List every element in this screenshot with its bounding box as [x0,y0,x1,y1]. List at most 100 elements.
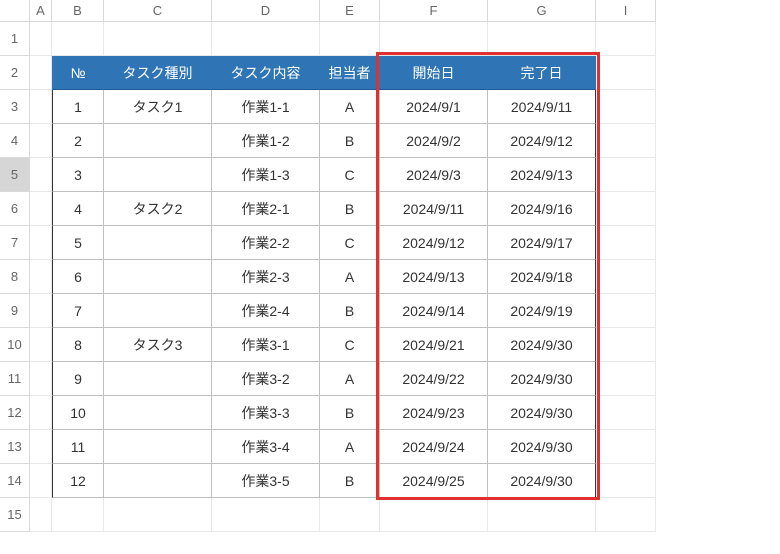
cell-content[interactable]: 作業1-2 [212,124,320,158]
cell-start[interactable]: 2024/9/14 [380,294,488,328]
cell-type[interactable] [104,396,212,430]
cell-start[interactable]: 2024/9/1 [380,90,488,124]
row-header-6[interactable]: 6 [0,192,30,226]
cell-A13[interactable] [30,430,52,464]
col-header-F[interactable]: F [380,0,488,22]
cell-I5[interactable] [596,158,656,192]
cell-no[interactable]: 1 [52,90,104,124]
cell-type[interactable] [104,226,212,260]
cell-type[interactable] [104,158,212,192]
cell-E1[interactable] [320,22,380,56]
cell-A3[interactable] [30,90,52,124]
cell-owner[interactable]: C [320,226,380,260]
row-header-11[interactable]: 11 [0,362,30,396]
cell-A1[interactable] [30,22,52,56]
cell-A4[interactable] [30,124,52,158]
cell-A9[interactable] [30,294,52,328]
cell-type[interactable]: タスク2 [104,192,212,226]
select-all-corner[interactable] [0,0,30,22]
cell-no[interactable]: 7 [52,294,104,328]
row-header-12[interactable]: 12 [0,396,30,430]
spreadsheet-grid[interactable]: ABCDEFGI12№タスク種別タスク内容担当者開始日完了日31タスク1作業1-… [0,0,780,532]
cell-content[interactable]: 作業3-1 [212,328,320,362]
cell-owner[interactable]: C [320,158,380,192]
cell-type[interactable]: タスク1 [104,90,212,124]
cell-end[interactable]: 2024/9/19 [488,294,596,328]
row-header-15[interactable]: 15 [0,498,30,532]
cell-end[interactable]: 2024/9/18 [488,260,596,294]
cell-content[interactable]: 作業2-1 [212,192,320,226]
cell-owner[interactable]: A [320,90,380,124]
cell-content[interactable]: 作業3-5 [212,464,320,498]
cell-A8[interactable] [30,260,52,294]
cell-no[interactable]: 11 [52,430,104,464]
cell-content[interactable]: 作業3-3 [212,396,320,430]
cell-owner[interactable]: A [320,260,380,294]
row-header-1[interactable]: 1 [0,22,30,56]
cell-I14[interactable] [596,464,656,498]
row-header-7[interactable]: 7 [0,226,30,260]
cell-F1[interactable] [380,22,488,56]
cell-G15[interactable] [488,498,596,532]
cell-end[interactable]: 2024/9/30 [488,362,596,396]
row-header-9[interactable]: 9 [0,294,30,328]
cell-A12[interactable] [30,396,52,430]
cell-end[interactable]: 2024/9/16 [488,192,596,226]
cell-start[interactable]: 2024/9/11 [380,192,488,226]
cell-start[interactable]: 2024/9/22 [380,362,488,396]
cell-no[interactable]: 10 [52,396,104,430]
cell-I1[interactable] [596,22,656,56]
cell-content[interactable]: 作業3-4 [212,430,320,464]
cell-end[interactable]: 2024/9/30 [488,396,596,430]
cell-end[interactable]: 2024/9/30 [488,430,596,464]
cell-no[interactable]: 6 [52,260,104,294]
cell-I12[interactable] [596,396,656,430]
row-header-3[interactable]: 3 [0,90,30,124]
cell-E15[interactable] [320,498,380,532]
col-header-I[interactable]: I [596,0,656,22]
cell-C15[interactable] [104,498,212,532]
cell-end[interactable]: 2024/9/11 [488,90,596,124]
cell-start[interactable]: 2024/9/13 [380,260,488,294]
row-header-13[interactable]: 13 [0,430,30,464]
cell-start[interactable]: 2024/9/21 [380,328,488,362]
cell-start[interactable]: 2024/9/24 [380,430,488,464]
cell-A7[interactable] [30,226,52,260]
cell-start[interactable]: 2024/9/23 [380,396,488,430]
cell-no[interactable]: 2 [52,124,104,158]
cell-type[interactable] [104,464,212,498]
cell-end[interactable]: 2024/9/13 [488,158,596,192]
cell-content[interactable]: 作業1-3 [212,158,320,192]
cell-A11[interactable] [30,362,52,396]
row-header-8[interactable]: 8 [0,260,30,294]
cell-start[interactable]: 2024/9/25 [380,464,488,498]
cell-end[interactable]: 2024/9/30 [488,328,596,362]
cell-A14[interactable] [30,464,52,498]
cell-A5[interactable] [30,158,52,192]
cell-no[interactable]: 4 [52,192,104,226]
cell-I13[interactable] [596,430,656,464]
cell-content[interactable]: 作業2-4 [212,294,320,328]
cell-type[interactable] [104,124,212,158]
cell-no[interactable]: 12 [52,464,104,498]
cell-type[interactable]: タスク3 [104,328,212,362]
cell-start[interactable]: 2024/9/12 [380,226,488,260]
cell-no[interactable]: 5 [52,226,104,260]
cell-owner[interactable]: B [320,464,380,498]
cell-type[interactable] [104,260,212,294]
cell-B1[interactable] [52,22,104,56]
cell-I7[interactable] [596,226,656,260]
row-header-14[interactable]: 14 [0,464,30,498]
cell-owner[interactable]: A [320,362,380,396]
cell-content[interactable]: 作業2-2 [212,226,320,260]
cell-owner[interactable]: B [320,294,380,328]
cell-C1[interactable] [104,22,212,56]
row-header-10[interactable]: 10 [0,328,30,362]
col-header-B[interactable]: B [52,0,104,22]
cell-A15[interactable] [30,498,52,532]
cell-owner[interactable]: A [320,430,380,464]
cell-I9[interactable] [596,294,656,328]
cell-A6[interactable] [30,192,52,226]
cell-content[interactable]: 作業3-2 [212,362,320,396]
cell-no[interactable]: 8 [52,328,104,362]
